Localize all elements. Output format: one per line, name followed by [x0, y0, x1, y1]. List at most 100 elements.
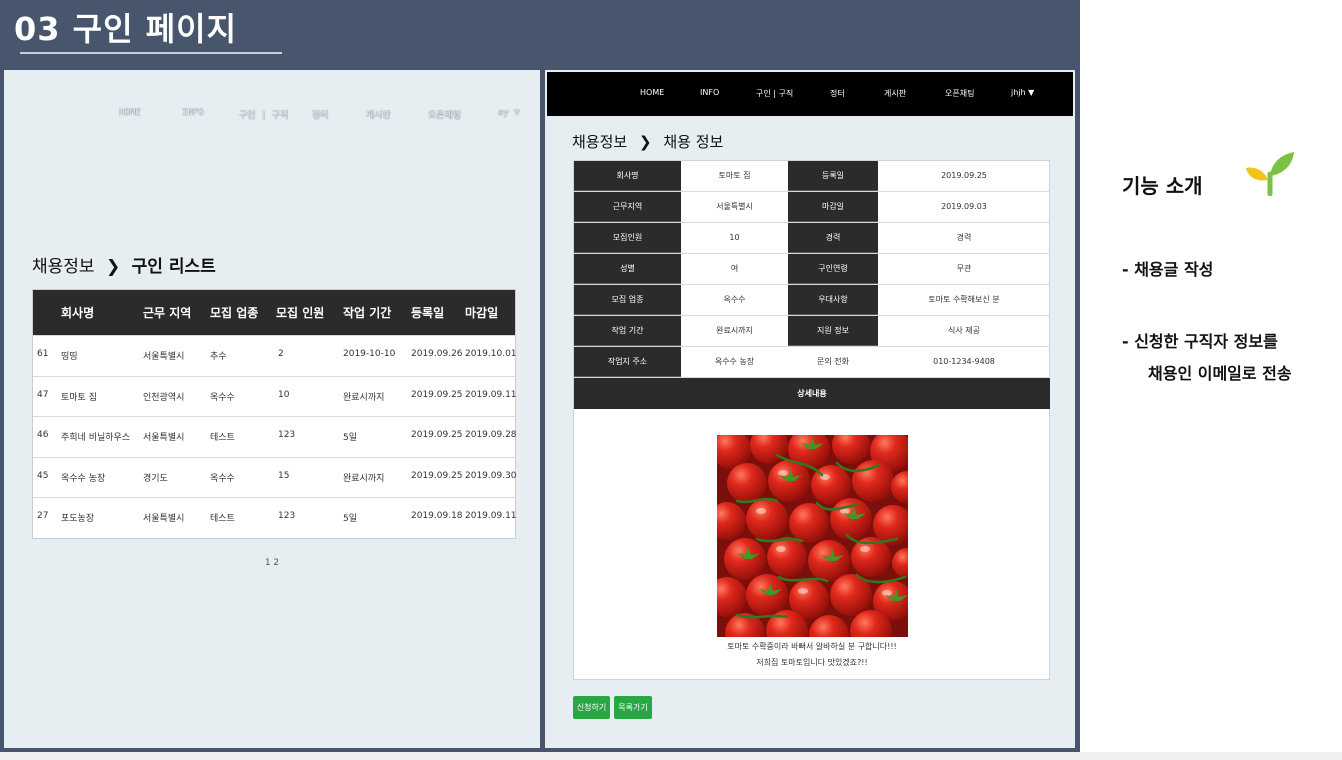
feature-intro-title: 기능 소개 — [1122, 174, 1203, 198]
job-list-screenshot: HOME INFO 구인 | 구직 정터 게시판 오픈채팅 ay ▽ 채용정보 … — [4, 70, 540, 748]
col-job: 모집 업종 — [210, 306, 259, 320]
breadcrumb-current: 채용 정보 — [663, 133, 724, 151]
detail-label: 작업지 주소 — [574, 347, 681, 377]
detail-label: 회사명 — [574, 161, 681, 191]
detail-value: 10 — [729, 233, 740, 242]
nav-jeongteo[interactable]: 정터 — [830, 88, 845, 99]
table-row[interactable]: 47 토마토 집 인천광역시 옥수수 10 완료시까지 2019.09.25 2… — [33, 375, 517, 417]
detail-label: 지원 정보 — [788, 316, 878, 346]
detail-label: 근무지역 — [574, 192, 681, 222]
detail-label: 구인연령 — [788, 254, 878, 284]
cell-company[interactable]: 옥수수 농장 — [61, 471, 105, 484]
navbar: HOME INFO 구인 | 구직 정터 게시판 오픈채팅 jhjh ▼ — [547, 72, 1073, 116]
slide-title: 03 구인 페이지 — [14, 10, 238, 48]
nav-home[interactable]: HOME — [119, 108, 141, 118]
cell-period: 5일 — [343, 433, 358, 444]
title-underline — [20, 52, 282, 54]
back-to-list-button[interactable]: 목록가기 — [614, 696, 652, 719]
breadcrumb: 채용정보 ❯ 구인 리스트 — [32, 252, 216, 277]
table-row[interactable]: 27 포도농장 서울특별시 테스트 123 5일 2019.09.18 2019… — [33, 497, 517, 538]
nav-info[interactable]: INFO — [182, 108, 204, 118]
detail-value: 010-1234-9408 — [933, 357, 995, 366]
nav-user-menu[interactable]: jhjh ▼ — [1011, 88, 1034, 97]
detail-value: 완료시까지 — [716, 326, 753, 335]
detail-value: 서울특별시 — [716, 202, 753, 211]
cell-region: 경기도 — [143, 473, 168, 484]
detail-value: 2019.09.03 — [941, 202, 987, 211]
nav-openchat[interactable]: 오픈채팅 — [945, 88, 974, 99]
cell-due-date: 2019.09.28 — [465, 430, 517, 441]
cell-period: 완료시까지 — [343, 392, 385, 403]
cell-id: 61 — [37, 349, 49, 359]
detail-value: 2019.09.25 — [941, 171, 987, 180]
cell-region: 서울특별시 — [143, 514, 185, 525]
detail-row: 회사명 토마토 집 등록일 2019.09.25 — [574, 161, 1050, 192]
col-reg-date: 등록일 — [411, 306, 445, 320]
breadcrumb-separator: ❯ — [638, 133, 652, 151]
cell-reg-date: 2019.09.18 — [411, 511, 463, 522]
cell-count: 15 — [278, 470, 290, 481]
nav-board[interactable]: 게시판 — [884, 88, 906, 99]
cell-count: 123 — [278, 511, 296, 522]
cell-company[interactable]: 주희네 비닐하우스 — [61, 430, 130, 443]
detail-row: 모집인원 10 경력 경력 — [574, 223, 1050, 254]
detail-caption-line-2: 저희집 토마토입니다 맛있겠죠?!! — [756, 658, 868, 667]
breadcrumb-separator: ❯ — [105, 257, 121, 277]
col-region: 근무 지역 — [143, 306, 192, 320]
detail-row: 작업지 주소 옥수수 농장 문의 전화 010-1234-9408 — [574, 347, 1050, 378]
nav-jeongteo[interactable]: 정터 — [312, 108, 329, 121]
detail-label: 마감일 — [788, 192, 878, 222]
cell-id: 47 — [37, 389, 49, 400]
cell-job: 옥수수 — [210, 392, 235, 403]
detail-label: 모집인원 — [574, 223, 681, 253]
slide: 03 구인 페이지 HOME INFO 구인 | 구직 정터 게시판 오픈채팅 … — [0, 0, 1342, 760]
job-detail-screenshot: HOME INFO 구인 | 구직 정터 게시판 오픈채팅 jhjh ▼ 채용정… — [545, 70, 1075, 748]
nav-home[interactable]: HOME — [640, 88, 664, 97]
cell-due-date: 2019.09.30 — [465, 470, 517, 481]
nav-openchat[interactable]: 오픈채팅 — [428, 108, 461, 121]
breadcrumb-root[interactable]: 채용정보 — [32, 257, 95, 277]
apply-button[interactable]: 신청하기 — [573, 696, 610, 719]
cell-job: 테스트 — [210, 433, 235, 444]
cell-company[interactable]: 토마토 집 — [61, 390, 97, 403]
cell-reg-date: 2019.09.25 — [411, 470, 463, 481]
detail-value: 옥수수 — [723, 295, 746, 304]
cell-region: 서울특별시 — [143, 433, 185, 444]
breadcrumb-root[interactable]: 채용정보 — [572, 133, 627, 151]
faded-navbar: HOME INFO 구인 | 구직 정터 게시판 오픈채팅 ay ▽ — [4, 108, 540, 128]
table-row[interactable]: 61 띵띵 서울특별시 추수 2 2019-10-10 2019.09.26 2… — [33, 335, 517, 376]
table-row[interactable]: 46 주희네 비닐하우스 서울특별시 테스트 123 5일 2019.09.25… — [33, 416, 517, 457]
job-detail-card: 회사명 토마토 집 등록일 2019.09.25 근무지역 서울특별시 마감일 … — [573, 160, 1050, 680]
table-row[interactable]: 45 옥수수 농장 경기도 옥수수 15 완료시까지 2019.09.25 20… — [33, 456, 517, 498]
feature-item-2-cont: 채용인 이메일로 전송 — [1148, 364, 1292, 383]
cell-company[interactable]: 띵띵 — [61, 349, 78, 362]
nav-hire[interactable]: 구인 | 구직 — [239, 108, 288, 121]
detail-label: 경력 — [788, 223, 878, 253]
bottom-strip — [0, 752, 1342, 760]
detail-row: 근무지역 서울특별시 마감일 2019.09.03 — [574, 192, 1050, 223]
detail-value: 여 — [730, 264, 739, 273]
detail-row: 성별 여 구인연령 무관 — [574, 254, 1050, 285]
cell-company[interactable]: 포도농장 — [61, 511, 94, 524]
cell-period: 2019-10-10 — [343, 349, 396, 359]
nav-hire[interactable]: 구인 | 구직 — [756, 88, 793, 99]
sprout-icon — [1244, 150, 1296, 200]
pagination[interactable]: 1 2 — [4, 558, 540, 568]
cell-job: 테스트 — [210, 514, 235, 525]
cell-due-date: 2019.09.11 — [465, 389, 517, 400]
detail-label: 작업 기간 — [574, 316, 681, 346]
nav-board[interactable]: 게시판 — [366, 108, 391, 121]
detail-label: 문의 전화 — [817, 357, 849, 366]
cell-reg-date: 2019.09.25 — [411, 389, 463, 400]
cell-region: 인천광역시 — [143, 392, 185, 403]
cell-job: 추수 — [210, 352, 227, 362]
col-due-date: 마감일 — [465, 306, 499, 320]
col-company: 회사명 — [61, 306, 95, 320]
detail-label: 등록일 — [788, 161, 878, 191]
cell-count: 10 — [278, 389, 290, 400]
breadcrumb: 채용정보 ❯ 채용 정보 — [572, 131, 723, 152]
nav-info[interactable]: INFO — [700, 88, 719, 97]
cell-reg-date: 2019.09.26 — [411, 349, 463, 359]
cell-id: 46 — [37, 430, 49, 441]
nav-user-menu[interactable]: ay ▽ — [498, 108, 520, 118]
